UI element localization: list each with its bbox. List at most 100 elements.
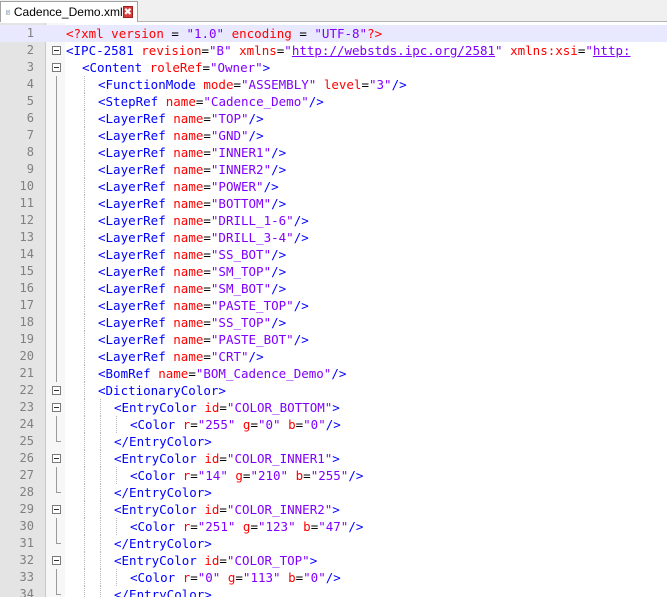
token-op (158, 94, 166, 109)
indent-guide (116, 467, 118, 484)
line-number: 7 (26, 128, 34, 142)
indent-guide (116, 518, 118, 535)
token-tag: <LayerRef (98, 315, 166, 330)
code-editor[interactable]: 1 <?xml version = "1.0" encoding = "UTF-8… (0, 23, 667, 597)
token-val: "SS_BOT" (210, 247, 272, 262)
code-line[interactable]: 1 <?xml version = "1.0" encoding = "UTF-8… (0, 25, 667, 42)
code-text: <EntryColor id="COLOR_INNER1"> (114, 450, 340, 467)
token-op (232, 43, 240, 58)
line-number: 22 (19, 383, 34, 397)
tab-cadence-demo-xml[interactable]: Cadence_Demo.xml ✖ (0, 1, 138, 22)
token-tag: <EntryColor (114, 502, 197, 517)
code-line[interactable]: 3 <Content roleRef="Owner"> (0, 59, 667, 76)
token-attr: b (288, 570, 296, 585)
token-op: = (219, 553, 227, 568)
code-line[interactable]: 21 <BomRef name="BOM_Cadence_Demo"/> (0, 365, 667, 382)
fold-toggle-icon[interactable] (52, 63, 61, 72)
code-line[interactable]: 17 <LayerRef name="PASTE_TOP"/> (0, 297, 667, 314)
token-op: = (163, 26, 187, 41)
code-line[interactable]: 19 <LayerRef name="PASTE_BOT"/> (0, 331, 667, 348)
token-op: = (250, 417, 258, 432)
code-line[interactable]: 23 <EntryColor id="COLOR_BOTTOM"> (0, 399, 667, 416)
fold-toggle-icon[interactable] (52, 386, 61, 395)
line-number: 21 (19, 366, 34, 380)
indent-guide (84, 331, 86, 348)
token-op: = (203, 162, 211, 177)
fold-line (56, 416, 57, 433)
token-link[interactable]: http: (593, 43, 631, 58)
code-line[interactable]: 33 <Color r="0" g="113" b="0"/> (0, 569, 667, 586)
code-line[interactable]: 18 <LayerRef name="SS_TOP"/> (0, 314, 667, 331)
code-line[interactable]: 29 <EntryColor id="COLOR_INNER2"> (0, 501, 667, 518)
code-line[interactable]: 25 </EntryColor> (0, 433, 667, 450)
code-line[interactable]: 16 <LayerRef name="SM_BOT"/> (0, 280, 667, 297)
token-op (175, 519, 183, 534)
token-op: = (291, 26, 315, 41)
code-line[interactable]: 22 <DictionaryColor> (0, 382, 667, 399)
code-text: <EntryColor id="COLOR_BOTTOM"> (114, 399, 340, 416)
code-line[interactable]: 31 </EntryColor> (0, 535, 667, 552)
code-line[interactable]: 5 <StepRef name="Cadence_Demo"/> (0, 93, 667, 110)
token-val: "INNER1" (210, 145, 272, 160)
code-line[interactable]: 28 </EntryColor> (0, 484, 667, 501)
token-op: = (203, 349, 211, 364)
token-op: = (203, 230, 211, 245)
fold-line (56, 518, 57, 535)
fold-toggle-icon[interactable] (52, 454, 61, 463)
code-line[interactable]: 24 <Color r="255" g="0" b="0"/> (0, 416, 667, 433)
token-val: "0" (303, 570, 326, 585)
token-tag: <FunctionMode (98, 77, 196, 92)
fold-line (56, 263, 57, 280)
line-number: 1 (26, 26, 34, 40)
code-line[interactable]: 13 <LayerRef name="DRILL_3-4"/> (0, 229, 667, 246)
fold-toggle-icon[interactable] (52, 403, 61, 412)
close-tab-icon[interactable]: ✖ (122, 6, 133, 18)
line-number: 10 (19, 179, 34, 193)
token-val: "POWER" (210, 179, 264, 194)
fold-line (56, 314, 57, 331)
line-number: 28 (19, 485, 34, 499)
code-line[interactable]: 2 <IPC-2581 revision="B" xmlns="http://we… (0, 42, 667, 59)
code-line[interactable]: 14 <LayerRef name="SS_BOT"/> (0, 246, 667, 263)
code-line[interactable]: 7 <LayerRef name="GND"/> (0, 127, 667, 144)
fold-line (56, 127, 57, 144)
token-val: "0" (257, 417, 281, 432)
code-line[interactable]: 6 <LayerRef name="TOP"/> (0, 110, 667, 127)
token-link[interactable]: http://webstds.ipc.org/2581 (292, 43, 495, 58)
fold-toggle-icon[interactable] (52, 505, 61, 514)
code-text: <Color r="255" g="0" b="0"/> (130, 416, 341, 433)
token-val: "UTF-8" (314, 26, 368, 41)
fold-line (56, 76, 57, 93)
indent-guide (116, 569, 118, 586)
fold-toggle-icon[interactable] (52, 46, 61, 55)
code-line[interactable]: 30 <Color r="251" g="123" b="47"/> (0, 518, 667, 535)
code-line[interactable]: 11 <LayerRef name="BOTTOM"/> (0, 195, 667, 212)
line-number: 4 (26, 77, 34, 91)
indent-guide (84, 93, 86, 110)
code-line[interactable]: 26 <EntryColor id="COLOR_INNER1"> (0, 450, 667, 467)
code-text: </EntryColor> (114, 535, 212, 552)
code-line[interactable]: 4 <FunctionMode mode="ASSEMBLY" level="3"… (0, 76, 667, 93)
token-attr: name (173, 332, 204, 347)
code-line[interactable]: 9 <LayerRef name="INNER2"/> (0, 161, 667, 178)
code-line[interactable]: 8 <LayerRef name="INNER1"/> (0, 144, 667, 161)
token-attr: encoding (231, 26, 292, 41)
indent-guide (100, 416, 102, 433)
token-val: " (284, 43, 292, 58)
code-line[interactable]: 12 <LayerRef name="DRILL_1-6"/> (0, 212, 667, 229)
token-attr: name (173, 179, 204, 194)
code-text: <IPC-2581 revision="B" xmlns="http://web… (66, 42, 631, 59)
token-op: = (190, 468, 198, 483)
code-line[interactable]: 34 </EntryColor> (0, 586, 667, 597)
code-line[interactable]: 27 <Color r="14" g="210" b="255"/> (0, 467, 667, 484)
indent-guide (100, 552, 102, 569)
line-number: 13 (19, 230, 34, 244)
code-line[interactable]: 15 <LayerRef name="SM_TOP"/> (0, 263, 667, 280)
code-line[interactable]: 32 <EntryColor id="COLOR_TOP"> (0, 552, 667, 569)
code-line[interactable]: 20 <LayerRef name="CRT"/> (0, 348, 667, 365)
token-tag: <DictionaryColor> (98, 383, 226, 398)
fold-toggle-icon[interactable] (52, 556, 61, 565)
token-op: = (219, 451, 227, 466)
code-line[interactable]: 10 <LayerRef name="POWER"/> (0, 178, 667, 195)
fold-line (56, 348, 57, 365)
